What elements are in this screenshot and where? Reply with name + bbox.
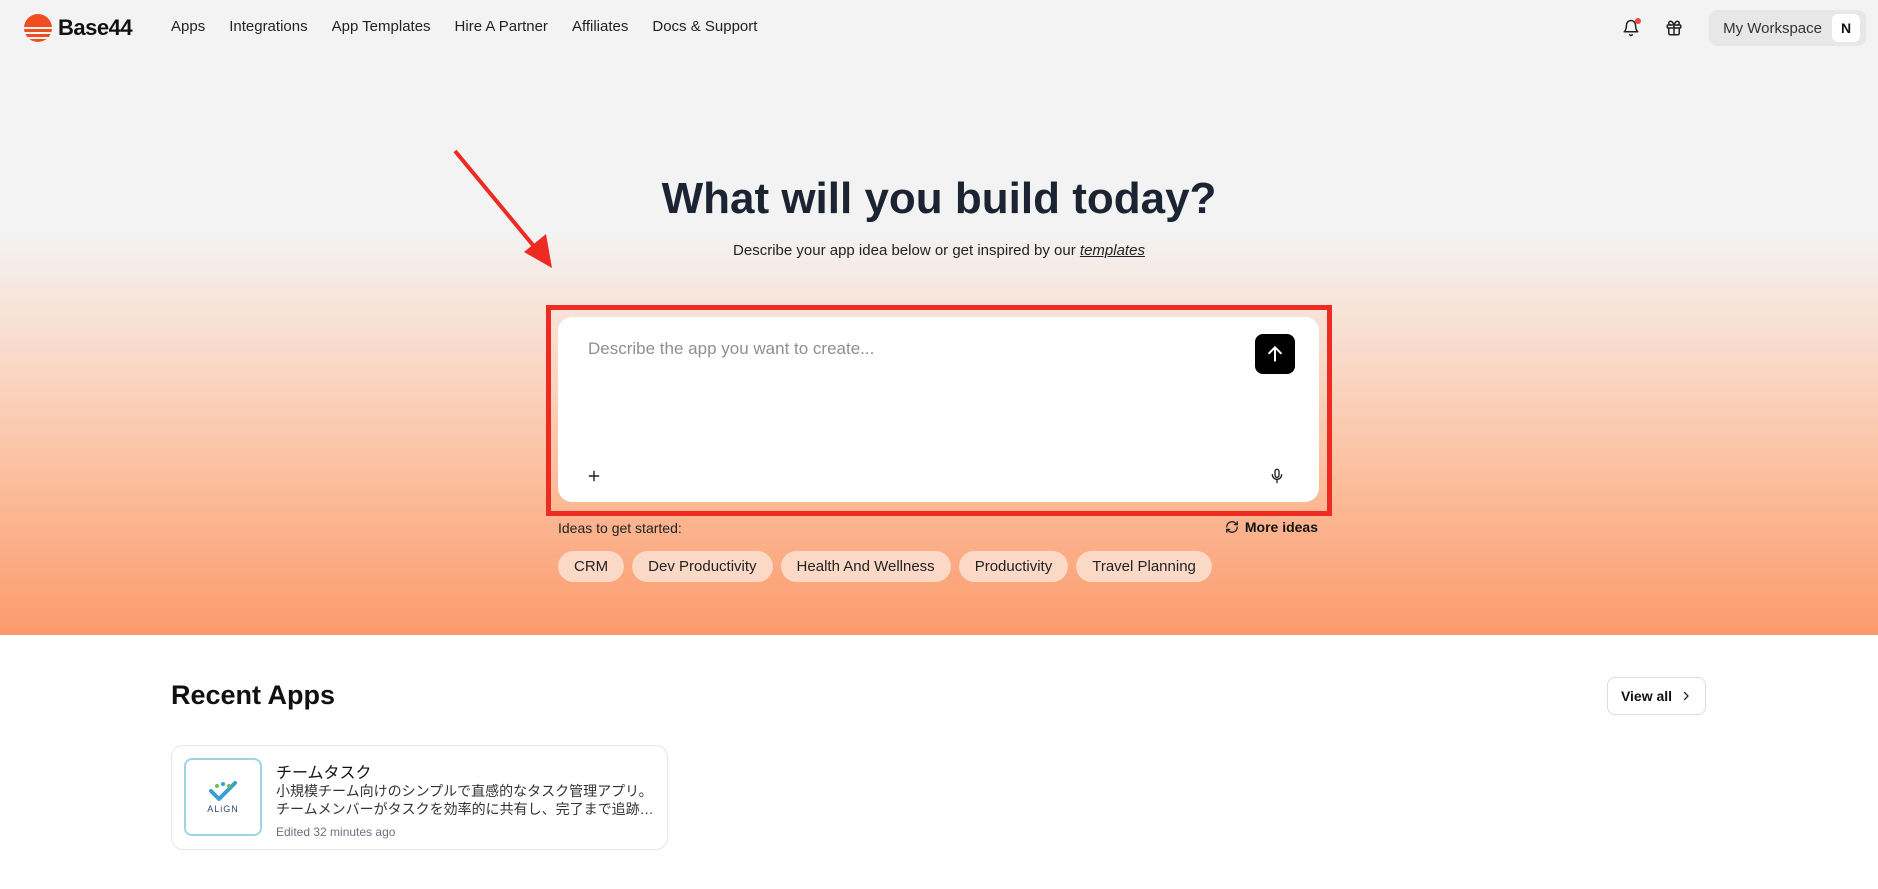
- idea-chip-productivity[interactable]: Productivity: [958, 551, 1069, 582]
- notifications-button[interactable]: [1615, 12, 1647, 44]
- workspace-label: My Workspace: [1723, 19, 1822, 37]
- send-button[interactable]: [1255, 334, 1295, 374]
- nav-item-docs-support[interactable]: Docs & Support: [652, 18, 757, 35]
- view-all-button[interactable]: View all: [1607, 677, 1706, 715]
- nav-item-affiliates[interactable]: Affiliates: [572, 18, 628, 35]
- view-all-label: View all: [1620, 688, 1673, 704]
- avatar: N: [1832, 14, 1860, 42]
- app-thumbnail: ALiGN: [184, 758, 262, 836]
- logo-icon: [24, 14, 52, 42]
- workspace-switcher[interactable]: My Workspace N: [1709, 10, 1866, 46]
- idea-chip-crm[interactable]: CRM: [558, 551, 625, 582]
- brand-name: Base44: [58, 15, 133, 40]
- ideas-label: Ideas to get started:: [558, 520, 682, 536]
- idea-chip-dev-productivity[interactable]: Dev Productivity: [632, 551, 773, 582]
- nav-item-hire-a-partner[interactable]: Hire A Partner: [455, 18, 548, 35]
- microphone-icon: [1271, 468, 1283, 484]
- templates-link[interactable]: templates: [1080, 242, 1145, 259]
- app-description-line: 小規模チーム向けのシンプルで直感的なタスク管理アプリ。: [276, 783, 653, 799]
- hero-subtitle-text: Describe your app idea below or get insp…: [733, 242, 1080, 259]
- hero-subtitle: Describe your app idea below or get insp…: [0, 242, 1878, 259]
- app-name: チームタスク: [276, 765, 372, 782]
- nav-item-apps[interactable]: Apps: [171, 18, 205, 35]
- idea-chip-health-and-wellness[interactable]: Health And Wellness: [780, 551, 951, 582]
- header-actions: My Workspace N: [1615, 10, 1866, 46]
- prompt-box: [558, 317, 1319, 502]
- top-header: Base44 Apps Integrations App Templates H…: [0, 0, 1878, 56]
- refresh-icon: [1225, 521, 1238, 533]
- nav-item-integrations[interactable]: Integrations: [229, 18, 307, 35]
- idea-chip-travel-planning[interactable]: Travel Planning: [1076, 551, 1212, 582]
- app-description: 小規模チーム向けのシンプルで直感的なタスク管理アプリ。 チームメンバーがタスクを…: [276, 782, 656, 818]
- recent-app-card[interactable]: ALiGN チームタスク 小規模チーム向けのシンプルで直感的なタスク管理アプリ。…: [171, 745, 668, 850]
- app-description-line: チームメンバーがタスクを効率的に共有し、完了まで追跡…: [276, 801, 654, 817]
- recent-apps-title: Recent Apps: [171, 680, 336, 710]
- gift-icon: [1666, 20, 1682, 36]
- page-title: What will you build today?: [661, 174, 1217, 223]
- idea-chips: CRM Dev Productivity Health And Wellness…: [558, 551, 1220, 582]
- brand-logo[interactable]: Base44: [24, 14, 133, 42]
- microphone-button[interactable]: [1265, 464, 1289, 488]
- checkmark-logo-icon: [209, 781, 237, 801]
- plus-icon: [588, 470, 600, 482]
- more-ideas-button[interactable]: More ideas: [1225, 519, 1318, 535]
- app-description-input[interactable]: [588, 339, 1228, 399]
- more-ideas-label: More ideas: [1244, 519, 1318, 535]
- arrow-up-icon: [1268, 346, 1282, 362]
- attach-button[interactable]: [582, 464, 606, 488]
- app-edited-time: Edited 32 minutes ago: [276, 825, 396, 839]
- chevron-right-icon: [1683, 691, 1689, 701]
- main-nav: Apps Integrations App Templates Hire A P…: [171, 18, 781, 35]
- notification-dot: [1635, 18, 1642, 24]
- app-thumbnail-text: ALiGN: [207, 804, 239, 814]
- nav-item-app-templates[interactable]: App Templates: [332, 18, 431, 35]
- gift-button[interactable]: [1658, 12, 1690, 44]
